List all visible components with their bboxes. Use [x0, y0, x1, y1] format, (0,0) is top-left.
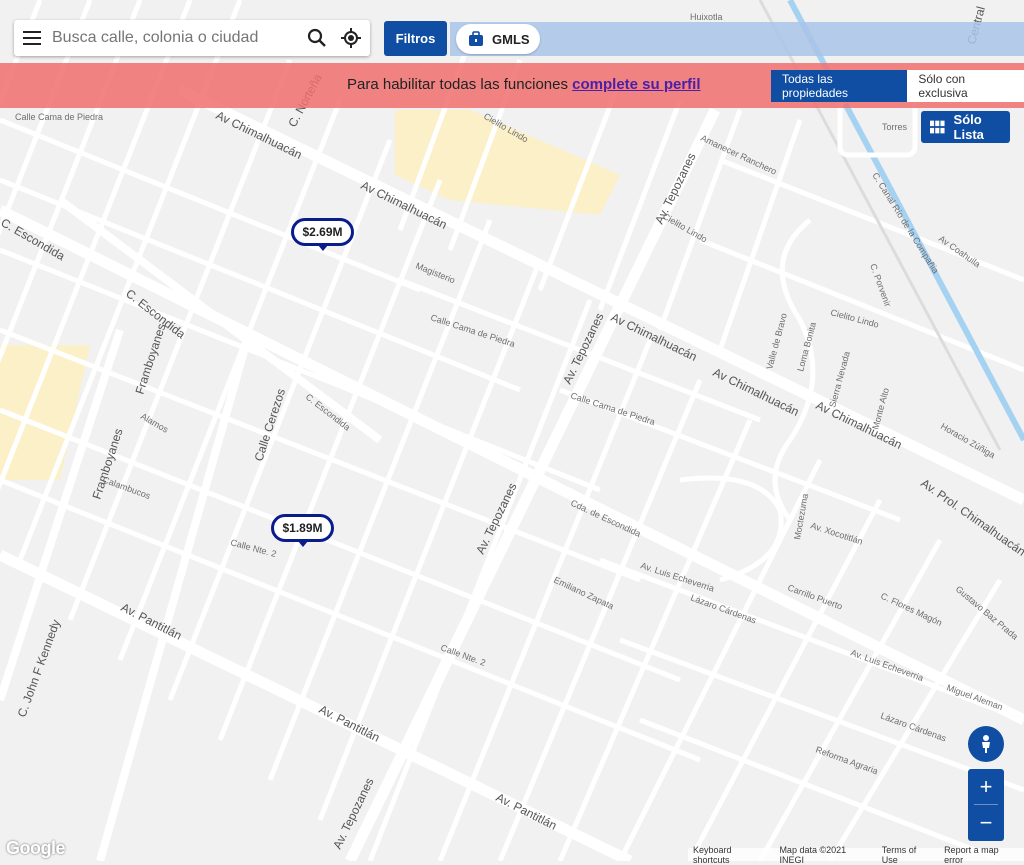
map-attribution: Keyboard shortcuts Map data ©2021 INEGI … — [688, 845, 1024, 865]
label-huixotla: Huixotla — [690, 12, 723, 22]
search-icon[interactable] — [307, 28, 327, 48]
price-marker[interactable]: $2.69M — [291, 218, 354, 251]
google-logo[interactable]: Google — [6, 838, 66, 859]
exclusive-only-button[interactable]: Sólo con exclusiva — [907, 70, 1024, 102]
list-only-button[interactable]: Sólo Lista — [921, 111, 1010, 143]
property-filter-toggle: Todas las propiedades Sólo con exclusiva — [771, 70, 1024, 102]
street-view-button[interactable] — [968, 726, 1004, 762]
keyboard-shortcuts-link[interactable]: Keyboard shortcuts — [688, 845, 774, 865]
list-only-label: Sólo Lista — [953, 112, 984, 142]
label-cama-de-piedra-3: Calle Cama de Piedra — [15, 112, 103, 122]
complete-profile-link[interactable]: complete su perfil — [572, 76, 700, 93]
hamburger-menu-icon[interactable] — [23, 31, 41, 45]
filters-button[interactable]: Filtros — [384, 21, 447, 56]
all-properties-button[interactable]: Todas las propiedades — [771, 70, 908, 102]
zoom-controls: + − — [968, 769, 1004, 841]
zoom-out-button[interactable]: − — [968, 805, 1004, 840]
map-data-text: Map data ©2021 INEGI — [779, 844, 847, 865]
banner-message: Para habilitar todas las funciones — [347, 76, 568, 93]
banner-text: Para habilitar todas las funciones compl… — [347, 76, 701, 93]
gmls-chip[interactable]: GMLS — [456, 24, 540, 54]
pegman-icon — [982, 735, 990, 753]
price-marker[interactable]: $1.89M — [271, 514, 334, 547]
briefcase-icon — [469, 31, 483, 46]
label-torres: Torres — [882, 122, 908, 132]
grid-icon — [930, 120, 945, 134]
search-box — [14, 20, 370, 56]
my-location-icon[interactable] — [341, 28, 361, 48]
zoom-in-button[interactable]: + — [968, 769, 1004, 804]
report-error-link[interactable]: Report a map error — [939, 845, 1024, 865]
search-input[interactable] — [50, 28, 304, 48]
map-canvas[interactable]: Av Chimalhuacán Av Chimalhuacán Av Chima… — [0, 0, 1024, 861]
terms-link[interactable]: Terms of Use — [877, 845, 939, 865]
gmls-label: GMLS — [492, 31, 530, 47]
